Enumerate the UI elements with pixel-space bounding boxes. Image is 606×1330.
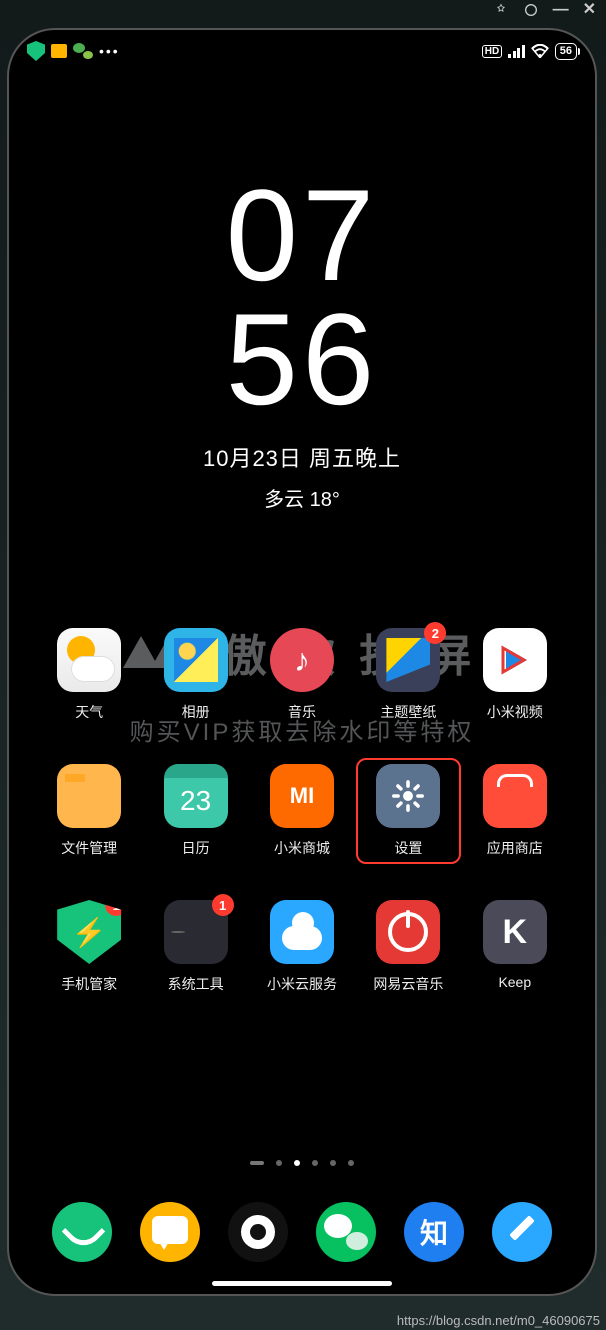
- app-label: 小米视频: [469, 702, 561, 722]
- app-mi-video[interactable]: 小米视频: [469, 628, 561, 722]
- themes-icon: 2: [376, 628, 440, 692]
- app-settings[interactable]: 设置: [356, 758, 460, 864]
- close-button[interactable]: ✕: [583, 2, 596, 18]
- app-messages[interactable]: 短信: [131, 1202, 209, 1262]
- source-url: https://blog.csdn.net/m0_46090675: [397, 1313, 600, 1328]
- app-gallery[interactable]: 相册: [149, 628, 241, 722]
- gallery-icon: [164, 628, 228, 692]
- app-phone[interactable]: 电话: [43, 1202, 121, 1262]
- messages-icon: [140, 1202, 200, 1262]
- phone-frame: ••• HD 56 07 56 10月23日 周五晚上 多云 18°: [7, 28, 597, 1296]
- settings-icon: [376, 764, 440, 828]
- app-netease-music[interactable]: 网易云音乐: [362, 900, 454, 994]
- pager-home: [250, 1161, 264, 1165]
- mi-cloud-icon: [270, 900, 334, 964]
- system-tools-icon: 1: [164, 900, 228, 964]
- pin-icon[interactable]: [493, 2, 509, 18]
- app-label: 设置: [362, 838, 454, 858]
- app-weather[interactable]: 天气: [43, 628, 135, 722]
- app-label: 小米云服务: [256, 974, 348, 994]
- app-mi-store[interactable]: MI 小米商城: [256, 764, 348, 858]
- app-zhihu[interactable]: 知知乎: [395, 1202, 473, 1262]
- screen-mirror-window: — ✕ ••• HD 56: [0, 0, 606, 1330]
- home-indicator[interactable]: [212, 1281, 392, 1286]
- date-line: 10月23日 周五晚上: [9, 441, 595, 473]
- weather-line: 多云 18°: [9, 483, 595, 512]
- files-icon: [57, 764, 121, 828]
- app-app-store[interactable]: 应用商店: [469, 764, 561, 858]
- security-status-icon: [27, 41, 45, 61]
- app-label: 网易云音乐: [362, 974, 454, 994]
- app-notes[interactable]: 便签: [483, 1202, 561, 1262]
- security-icon: 1: [57, 900, 121, 964]
- page-indicator[interactable]: [9, 1160, 595, 1166]
- pager-dot-3: [330, 1160, 336, 1166]
- app-label: 小米商城: [256, 838, 348, 858]
- notes-icon: [492, 1202, 552, 1262]
- calendar-icon: 23: [164, 764, 228, 828]
- app-label: Keep: [469, 974, 561, 990]
- mi-store-icon: MI: [270, 764, 334, 828]
- signal-icon: [508, 45, 525, 58]
- app-security[interactable]: 1 手机管家: [43, 900, 135, 994]
- sms-notification-icon: [51, 44, 67, 58]
- app-store-icon: [483, 764, 547, 828]
- battery-indicator: 56: [555, 43, 577, 60]
- keep-icon: K: [483, 900, 547, 964]
- mi-video-icon: [483, 628, 547, 692]
- window-controls: — ✕: [493, 2, 596, 18]
- camera-icon: [228, 1202, 288, 1262]
- weather-icon: [57, 628, 121, 692]
- app-label: 文件管理: [43, 838, 135, 858]
- status-bar: ••• HD 56: [9, 30, 595, 64]
- app-wechat[interactable]: 微信: [307, 1202, 385, 1262]
- dock: 电话短信相机微信知知乎便签: [9, 1202, 595, 1262]
- badge: 1: [212, 894, 234, 916]
- refresh-icon[interactable]: [523, 2, 539, 18]
- app-themes[interactable]: 2 主题壁纸: [362, 628, 454, 722]
- zhihu-icon: 知: [404, 1202, 464, 1262]
- app-label: 主题壁纸: [362, 702, 454, 722]
- pager-dot-2: [312, 1160, 318, 1166]
- app-mi-cloud[interactable]: 小米云服务: [256, 900, 348, 994]
- app-label: 应用商店: [469, 838, 561, 858]
- app-files[interactable]: 文件管理: [43, 764, 135, 858]
- clock-minutes: 56: [9, 298, 595, 422]
- netease-music-icon: [376, 900, 440, 964]
- hd-voice-icon: HD: [482, 45, 502, 58]
- app-label: 系统工具: [149, 974, 241, 994]
- app-label: 手机管家: [43, 974, 135, 994]
- wechat-icon: [316, 1202, 376, 1262]
- app-system-tools[interactable]: 1 系统工具: [149, 900, 241, 994]
- app-label: 天气: [43, 702, 135, 722]
- phone-icon: [52, 1202, 112, 1262]
- app-keep[interactable]: K Keep: [469, 900, 561, 994]
- minimize-button[interactable]: —: [553, 2, 569, 18]
- app-label: 日历: [149, 838, 241, 858]
- app-calendar[interactable]: 23 日历: [149, 764, 241, 858]
- home-app-grid: 天气相册音乐 2 主题壁纸小米视频文件管理 23 日历 MI 小米商城设置应用商店 1 手机管家…: [9, 628, 595, 994]
- music-icon: [270, 628, 334, 692]
- badge: 2: [424, 622, 446, 644]
- app-label: 音乐: [256, 702, 348, 722]
- app-label: 相册: [149, 702, 241, 722]
- pager-dot-4: [348, 1160, 354, 1166]
- wifi-icon: [531, 44, 549, 58]
- app-camera[interactable]: 相机: [219, 1202, 297, 1262]
- app-music[interactable]: 音乐: [256, 628, 348, 722]
- pager-dot-1: [294, 1160, 300, 1166]
- clock-widget[interactable]: 07 56 10月23日 周五晚上 多云 18°: [9, 174, 595, 512]
- wechat-notification-icon: [73, 43, 93, 59]
- more-notifications-icon: •••: [99, 43, 120, 59]
- clock-hours: 07: [9, 174, 595, 298]
- pager-dot-0: [276, 1160, 282, 1166]
- badge: 1: [105, 894, 127, 916]
